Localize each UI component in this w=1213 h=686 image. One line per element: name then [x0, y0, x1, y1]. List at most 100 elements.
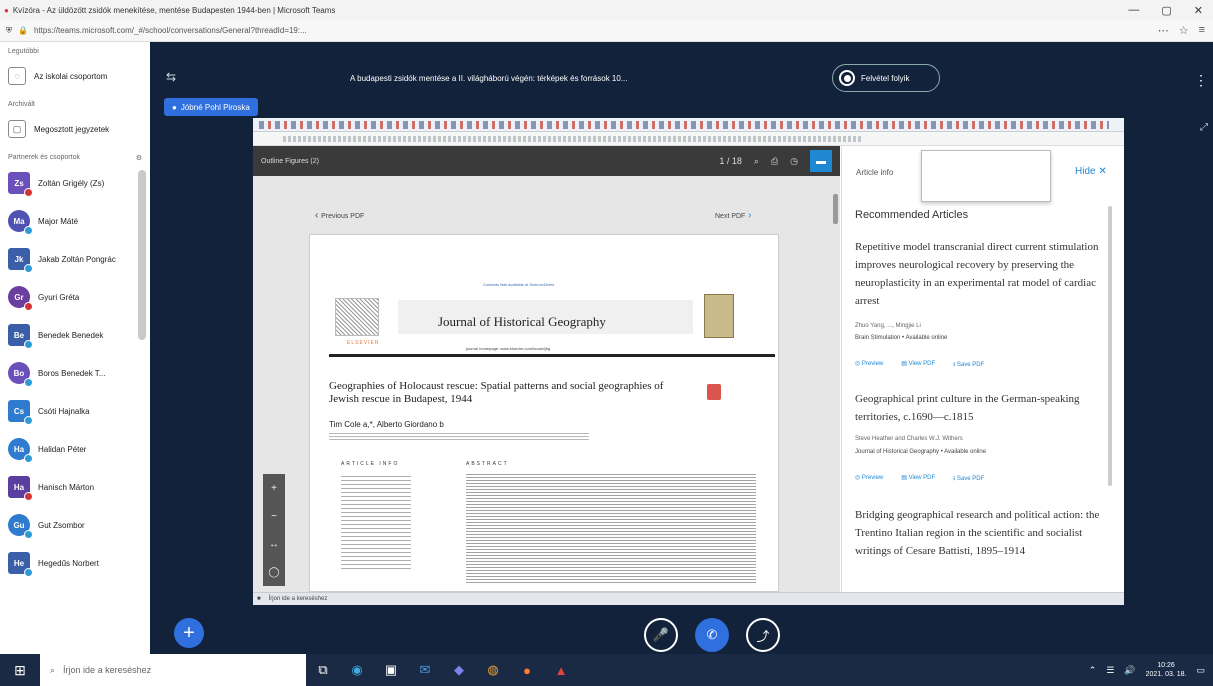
recommended-article-title[interactable]: Geographical print culture in the German… — [855, 390, 1105, 426]
save-pdf-button[interactable]: ⭳ Save PDF — [953, 360, 984, 370]
bookmark-star-icon[interactable]: ☆ — [1179, 24, 1189, 37]
avatar: Bo — [8, 362, 33, 387]
contact-item[interactable]: He Hegedűs Norbert — [0, 544, 150, 582]
contact-name: Gut Zsombor — [38, 520, 85, 530]
sidebar-item-label: Megosztott jegyzetek — [34, 124, 110, 134]
rotate-button[interactable]: ◯ — [268, 567, 279, 578]
article-actions: ◎ Preview ▤ View PDF ⭳ Save PDF — [855, 474, 984, 484]
acrobat-icon[interactable]: ▲ — [544, 654, 578, 686]
browser-toolbar: ⋯ ☆ ≡ — [1158, 24, 1213, 37]
pin-icon: ● — [172, 102, 177, 112]
mail-icon[interactable]: ✉ — [408, 654, 442, 686]
presenter-name: Jóbné Pohl Piroska — [180, 102, 250, 112]
contact-item[interactable]: Ma Major Máté — [0, 202, 150, 240]
taskbar-search[interactable]: ⌕ Írjon ide a kereséshez — [40, 654, 306, 686]
sidebar-item-my-team[interactable]: ◌ Az iskolai csoportom — [0, 57, 150, 95]
contact-item[interactable]: Jk Jakab Zoltán Pongrác — [0, 240, 150, 278]
presence-icon — [24, 378, 33, 387]
contact-item[interactable]: Gu Gut Zsombor — [0, 506, 150, 544]
view-pdf-button[interactable]: ▤ View PDF — [901, 360, 935, 370]
previous-pdf-link[interactable]: ‹ Previous PDF — [315, 210, 364, 221]
task-view-icon[interactable]: ⧉ — [306, 654, 340, 686]
presence-icon — [24, 226, 33, 235]
edge-icon[interactable]: ◉ — [340, 654, 374, 686]
journal-cover-image — [704, 294, 734, 338]
outline-tab[interactable]: Outline Figures (2) — [261, 158, 319, 165]
expand-icon[interactable]: ⤢ — [1200, 122, 1208, 133]
notifications-icon[interactable]: ▭ — [1196, 665, 1205, 676]
menu-icon[interactable]: ≡ — [1199, 24, 1205, 37]
abstract-heading: ABSTRACT — [466, 461, 509, 467]
journal-homepage: journal homepage: www.elsevier.com/locat… — [466, 346, 551, 351]
contact-item[interactable]: Be Benedek Benedek — [0, 316, 150, 354]
shield-icon[interactable]: ⛨ — [6, 26, 12, 36]
recommended-article-title[interactable]: Bridging geographical research and polit… — [855, 506, 1105, 560]
contact-name: Halidan Péter — [38, 444, 87, 454]
sidebar-item-notes[interactable]: ▢ Megosztott jegyzetek — [0, 110, 150, 148]
contact-item[interactable]: Ha Halidan Péter — [0, 430, 150, 468]
settings-gear-icon[interactable]: ⚙ — [136, 154, 142, 162]
minimize-button[interactable]: — — [1128, 4, 1139, 17]
contact-name: Csóti Hajnalka — [38, 406, 90, 416]
hide-panel-button[interactable]: Hide ✕ — [1075, 166, 1107, 177]
tray-up-icon[interactable]: ⌃ — [1089, 665, 1097, 676]
teams-icon[interactable]: ◆ — [442, 654, 476, 686]
shared-start-icon: ■ — [257, 596, 261, 602]
contact-name: Gyuri Gréta — [38, 292, 80, 302]
clock[interactable]: 10:26 2021. 03. 18. — [1146, 661, 1187, 679]
journal-contents-link[interactable]: Contents lists available at ScienceDirec… — [483, 282, 554, 287]
lock-icon[interactable]: 🔒 — [18, 26, 28, 35]
firefox-icon[interactable]: ● — [510, 654, 544, 686]
contact-item[interactable]: Cs Csóti Hajnalka — [0, 392, 150, 430]
address-bar[interactable]: ⛨ 🔒 https://teams.microsoft.com/_#/schoo… — [0, 20, 1213, 42]
store-icon[interactable]: ▣ — [374, 654, 408, 686]
add-button[interactable]: + — [174, 618, 204, 648]
share-screen-button[interactable]: ⤴ — [746, 618, 780, 652]
shared-browser-bookmarks — [253, 118, 1124, 132]
abstract-text — [466, 473, 756, 585]
recommended-article-title[interactable]: Repetitive model transcranial direct cur… — [855, 238, 1105, 310]
view-pdf-button[interactable]: ▤ View PDF — [901, 474, 935, 484]
network-icon[interactable]: ☰ — [1106, 665, 1114, 676]
next-pdf-label: Next PDF — [715, 213, 746, 220]
chrome-icon[interactable]: ◍ — [476, 654, 510, 686]
volume-icon[interactable]: 🔊 — [1124, 665, 1135, 676]
avatar: Jk — [8, 248, 33, 273]
record-icon — [839, 70, 855, 86]
preview-button[interactable]: ◎ Preview — [855, 474, 883, 484]
crossmark-icon[interactable] — [707, 384, 721, 400]
article-info-tab[interactable]: Article info — [856, 168, 893, 177]
url-text[interactable]: https://teams.microsoft.com/_#/school/co… — [34, 26, 734, 35]
history-icon[interactable]: ◷ — [790, 156, 798, 167]
fit-width-button[interactable]: ↔ — [269, 539, 279, 550]
start-button[interactable]: ⊞ — [0, 654, 40, 686]
print-icon[interactable]: ⎙ — [771, 156, 778, 167]
zoom-in-button[interactable]: + — [271, 483, 277, 494]
next-pdf-link[interactable]: Next PDF › — [715, 210, 751, 221]
avatar: Gr — [8, 286, 33, 311]
share-icon[interactable]: ▬ — [810, 150, 832, 172]
maximize-button[interactable]: ▢ — [1161, 4, 1171, 17]
avatar: Ha — [8, 438, 33, 463]
search-icon[interactable]: ⌕ — [754, 156, 759, 167]
save-pdf-button[interactable]: ⭳ Save PDF — [953, 474, 984, 484]
contact-item[interactable]: Ha Hanisch Márton — [0, 468, 150, 506]
panel-scrollbar[interactable] — [1108, 206, 1112, 486]
call-button[interactable]: ✆ — [695, 618, 729, 652]
notes-icon: ▢ — [8, 120, 26, 138]
pdf-scrollbar[interactable] — [833, 194, 838, 224]
overlay-popup[interactable] — [921, 150, 1051, 202]
more-options-icon[interactable]: ⋮ — [1194, 72, 1208, 89]
page-actions-icon[interactable]: ⋯ — [1158, 24, 1169, 37]
preview-button[interactable]: ◎ Preview — [855, 360, 883, 370]
sidebar-toggle-icon[interactable]: ⇆ — [166, 70, 176, 84]
mute-microphone-button[interactable]: 🎤 — [644, 618, 678, 652]
zoom-out-button[interactable]: − — [271, 511, 277, 522]
close-button[interactable]: ✕ — [1194, 4, 1203, 17]
contact-name: Benedek Benedek — [38, 330, 104, 340]
sidebar-scrollbar[interactable] — [138, 170, 146, 340]
contact-item[interactable]: Gr Gyuri Gréta — [0, 278, 150, 316]
contact-item[interactable]: Bo Boros Benedek T... — [0, 354, 150, 392]
contact-item[interactable]: Zs Zoltán Grigély (Zs) — [0, 164, 150, 202]
browser-titlebar: ● Kvízóra - Az üldözött zsidók menekítés… — [0, 0, 1213, 20]
